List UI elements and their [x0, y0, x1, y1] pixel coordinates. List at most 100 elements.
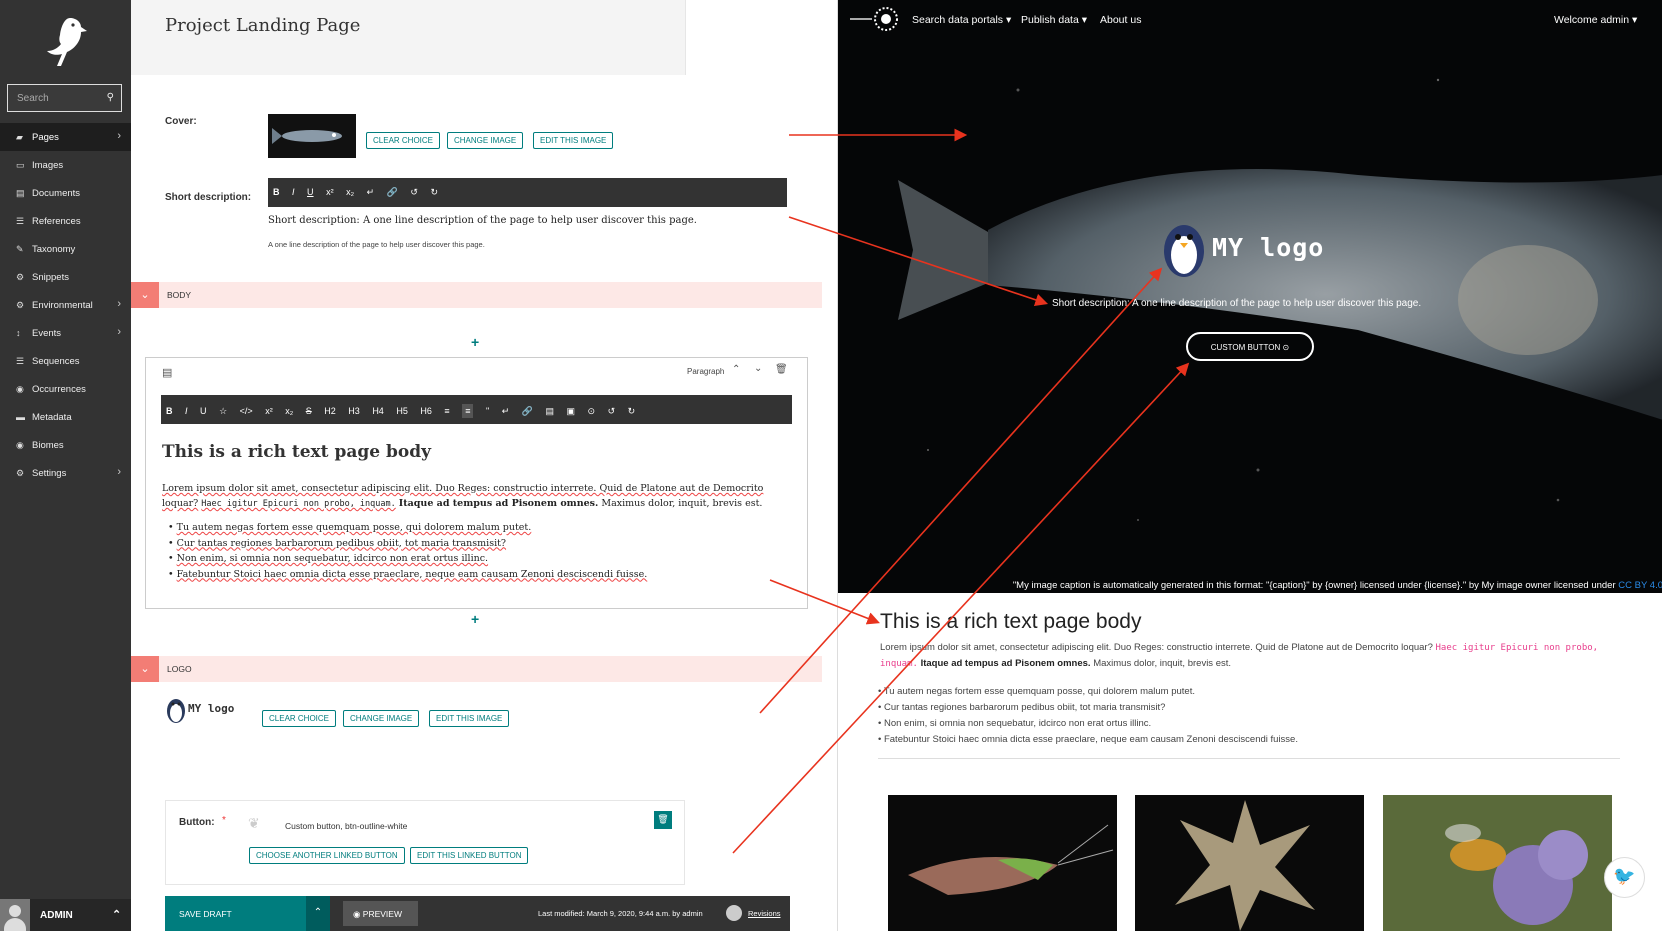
- chevron-down-icon[interactable]: ⌄: [131, 282, 159, 308]
- sidebar-item-sequences[interactable]: ☰ Sequences: [0, 347, 131, 375]
- sidebar-item-images[interactable]: ▭ Images: [0, 151, 131, 179]
- code-button[interactable]: </>: [240, 406, 253, 416]
- ordered-list-button[interactable]: ≡: [444, 406, 449, 416]
- search-icon[interactable]: ⚲: [107, 92, 114, 103]
- superscript-button[interactable]: x²: [326, 187, 334, 197]
- custom-button[interactable]: CUSTOM BUTTON ⊙: [1186, 332, 1314, 361]
- image-button[interactable]: ▣: [567, 406, 576, 417]
- chevron-up-icon[interactable]: ⌃: [306, 896, 330, 931]
- revisions-link[interactable]: Revisions: [748, 909, 781, 918]
- logo-thumbnail[interactable]: MY logo: [165, 694, 251, 724]
- sidebar-item-references[interactable]: ☰ References: [0, 207, 131, 235]
- star-button[interactable]: ☆: [219, 406, 227, 417]
- line-break-button[interactable]: ↵: [367, 187, 375, 198]
- short-description-field[interactable]: Short description: A one line descriptio…: [268, 215, 697, 226]
- h3-button[interactable]: H3: [348, 406, 360, 416]
- pencil-icon: ✎: [16, 244, 24, 254]
- chevron-down-icon[interactable]: ⌄: [131, 656, 159, 682]
- logo-change-image-button[interactable]: CHANGE IMAGE: [343, 710, 420, 727]
- logo-edit-image-button[interactable]: EDIT THIS IMAGE: [429, 710, 510, 727]
- h2-button[interactable]: H2: [324, 406, 336, 416]
- list-item-text: Cur tantas regiones barbarorum pedibus o…: [883, 702, 1166, 713]
- save-draft-button[interactable]: SAVE DRAFT: [165, 896, 320, 931]
- cover-edit-image-button[interactable]: EDIT THIS IMAGE: [533, 132, 614, 149]
- sidebar-item-label: Images: [32, 160, 64, 171]
- sidebar-item-events[interactable]: ↕ Events ›: [0, 319, 131, 347]
- sidebar-item-documents[interactable]: ▤ Documents: [0, 179, 131, 207]
- strikethrough-button[interactable]: S: [306, 406, 312, 416]
- h6-button[interactable]: H6: [420, 406, 432, 416]
- starfish-image[interactable]: [1135, 795, 1364, 931]
- delete-icon[interactable]: 🗑: [775, 364, 788, 375]
- underline-button[interactable]: U: [307, 187, 314, 197]
- cover-change-image-button[interactable]: CHANGE IMAGE: [447, 132, 524, 149]
- redo-button[interactable]: ↻: [430, 187, 438, 198]
- bold-button[interactable]: B: [273, 187, 280, 197]
- body-section-header[interactable]: ⌄ BODY: [131, 282, 822, 308]
- link-button[interactable]: 🔗: [522, 406, 533, 417]
- subscript-button[interactable]: x₂: [346, 187, 354, 197]
- site-logo-icon[interactable]: [850, 6, 898, 34]
- rich-text-paragraph[interactable]: Lorem ipsum dolor sit amet, consectetur …: [162, 481, 790, 512]
- rich-text-heading[interactable]: This is a rich text page body: [162, 442, 431, 462]
- superscript-button[interactable]: x²: [265, 406, 273, 416]
- sidebar-item-biomes[interactable]: ◉ Biomes: [0, 431, 131, 459]
- add-block-button[interactable]: +: [471, 334, 479, 350]
- nav-welcome-admin[interactable]: Welcome admin ▾: [1554, 14, 1637, 26]
- redo-button[interactable]: ↻: [628, 406, 636, 417]
- add-block-button[interactable]: +: [471, 611, 479, 627]
- divider: [878, 758, 1620, 759]
- search-input[interactable]: Search ⚲: [7, 84, 122, 112]
- license-link[interactable]: CC BY 4.0: [1618, 580, 1662, 591]
- bold-button[interactable]: B: [166, 406, 173, 416]
- sidebar-item-settings[interactable]: ⚙ Settings ›: [0, 459, 131, 487]
- underline-button[interactable]: U: [200, 406, 207, 416]
- choose-linked-button[interactable]: CHOOSE ANOTHER LINKED BUTTON: [249, 847, 405, 864]
- sidebar-item-taxonomy[interactable]: ✎ Taxonomy: [0, 235, 131, 263]
- sidebar-item-environmental[interactable]: ⚙ Environmental ›: [0, 291, 131, 319]
- nav-about-us[interactable]: About us: [1100, 14, 1141, 26]
- account-menu[interactable]: ADMIN ⌃: [0, 899, 131, 931]
- nav-search-data-portals[interactable]: Search data portals ▾: [912, 14, 1011, 26]
- avatar: [726, 905, 742, 921]
- chevron-up-icon[interactable]: ⌃: [112, 908, 121, 921]
- undo-button[interactable]: ↺: [410, 187, 418, 198]
- bulleted-list-button[interactable]: ≡: [462, 404, 474, 418]
- cover-clear-choice-button[interactable]: CLEAR CHOICE: [366, 132, 441, 149]
- line-break-button[interactable]: ↵: [502, 406, 510, 417]
- shrimp-image[interactable]: [888, 795, 1117, 931]
- paragraph-code: Haec igitur Epicuri non probo, inquam.: [201, 499, 396, 509]
- rich-text-list[interactable]: • Tu autem negas fortem esse quemquam po…: [168, 520, 647, 582]
- h4-button[interactable]: H4: [372, 406, 384, 416]
- blockquote-button[interactable]: ": [486, 406, 489, 416]
- logo-section-header[interactable]: ⌄ LOGO: [131, 656, 822, 682]
- move-down-icon[interactable]: ⌄: [754, 363, 762, 374]
- edit-linked-button[interactable]: EDIT THIS LINKED BUTTON: [410, 847, 529, 864]
- preview-label: PREVIEW: [362, 909, 402, 919]
- move-up-icon[interactable]: ⌃: [732, 364, 740, 375]
- link-button[interactable]: 🔗: [387, 187, 398, 198]
- sidebar-item-label: Settings: [32, 468, 67, 479]
- subscript-button[interactable]: x₂: [285, 406, 293, 416]
- preview-button[interactable]: ◉ PREVIEW: [343, 901, 418, 926]
- italic-button[interactable]: I: [185, 406, 188, 416]
- sidebar-item-pages[interactable]: ▰ Pages ›: [0, 123, 131, 151]
- sidebar-item-snippets[interactable]: ⚙ Snippets: [0, 263, 131, 291]
- nav-publish-data[interactable]: Publish data ▾: [1021, 14, 1087, 26]
- sidebar-item-metadata[interactable]: ▬ Metadata: [0, 403, 131, 431]
- logo-clear-choice-button[interactable]: CLEAR CHOICE: [262, 710, 337, 727]
- wagtail-logo-icon[interactable]: [40, 14, 90, 70]
- hero-logo-text: MY logo: [1212, 233, 1325, 262]
- embed-button[interactable]: ⊙: [588, 406, 596, 417]
- undo-button[interactable]: ↺: [608, 406, 616, 417]
- italic-button[interactable]: I: [292, 187, 295, 197]
- cover-thumbnail[interactable]: [268, 114, 356, 158]
- document-link-button[interactable]: ▤: [545, 406, 554, 417]
- trash-icon[interactable]: 🗑: [654, 811, 672, 829]
- sidebar-item-occurrences[interactable]: ◉ Occurrences: [0, 375, 131, 403]
- caret-down-icon: ▾: [1005, 14, 1012, 26]
- h5-button[interactable]: H5: [396, 406, 408, 416]
- cogs-icon: ⚙: [16, 468, 25, 478]
- bee-image[interactable]: [1383, 795, 1612, 931]
- wagtail-userbar-button[interactable]: 🐦: [1604, 857, 1645, 898]
